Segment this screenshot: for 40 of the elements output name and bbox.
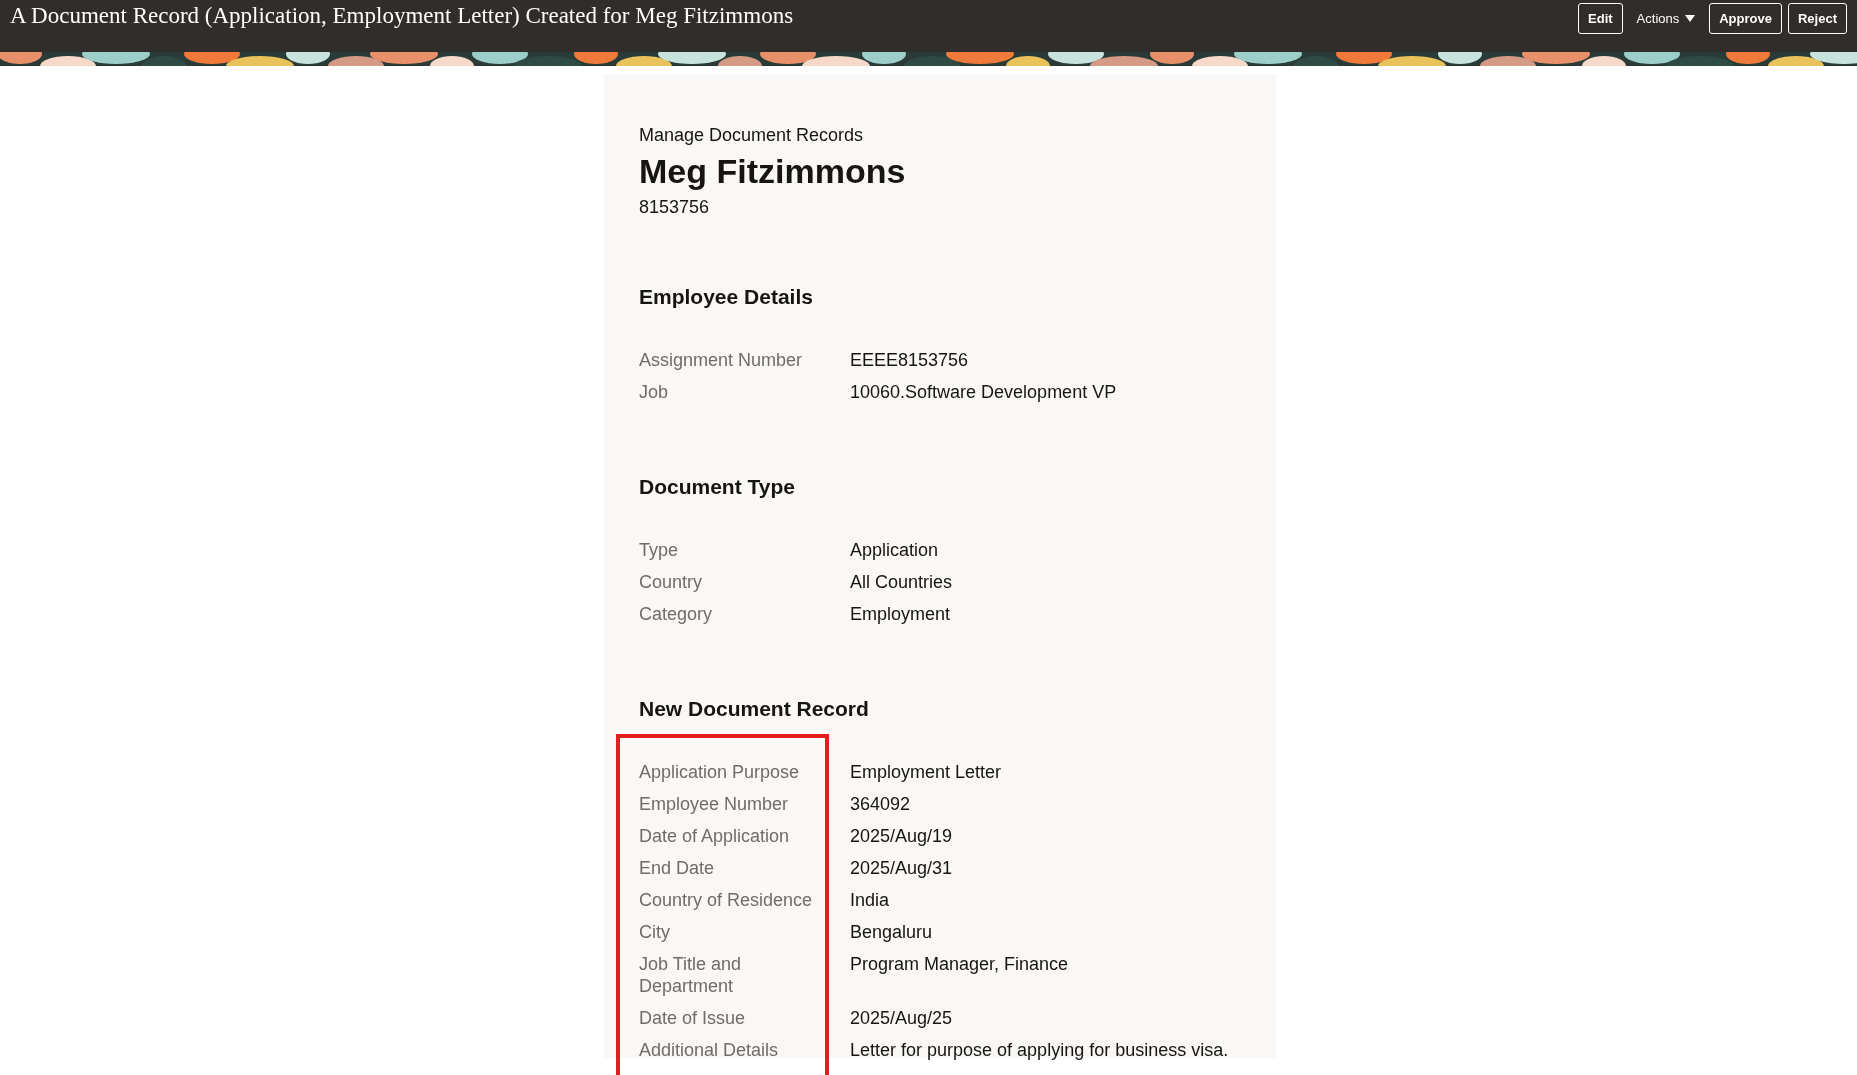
field-value: All Countries: [850, 571, 953, 593]
field-label: End Date: [639, 857, 716, 879]
field-label: City: [639, 921, 671, 943]
field-label: Job Title and Department: [639, 953, 743, 997]
field-value: 2025/Aug/31: [850, 857, 953, 879]
person-number: 8153756: [639, 196, 711, 218]
field-label: Date of Issue: [639, 1007, 747, 1029]
field-value: Letter for purpose of applying for business visa.: [850, 1039, 1229, 1061]
actions-menu[interactable]: Actions: [1628, 3, 1704, 34]
field-label: Country: [639, 571, 704, 593]
field-label: Country of Residence: [639, 889, 814, 911]
section-heading: Employee Details: [639, 284, 814, 310]
field-value: 2025/Aug/25: [850, 1007, 953, 1029]
field-value: Employment: [850, 603, 951, 625]
action-button[interactable]: Reject: [1787, 3, 1847, 34]
field-label: Date of Application: [639, 825, 791, 847]
section-heading: Document Type: [639, 474, 796, 500]
field-value: India: [850, 889, 890, 911]
field-value: Bengaluru: [850, 921, 933, 943]
action-button[interactable]: Approve: [1709, 3, 1782, 34]
field-value: 2025/Aug/19: [850, 825, 953, 847]
field-label: Type: [639, 539, 680, 561]
field-label: Application Purpose: [639, 761, 801, 783]
page-title: A Document Record (Application, Employment Letter) Created for Meg Fitzimmons: [10, 2, 794, 30]
field-label: Category: [639, 603, 714, 625]
field-value: Program Manager, Finance: [850, 953, 1069, 976]
field-label: Employee Number: [639, 793, 790, 815]
field-value: EEEE8153756: [850, 349, 969, 371]
field-value: 364092: [850, 793, 911, 815]
field-value: Employment Letter: [850, 761, 1002, 783]
field-value: Application: [850, 539, 939, 561]
person-name: Meg Fitzimmons: [639, 151, 907, 192]
field-value: 10060.Software Development VP: [850, 381, 1117, 403]
action-button[interactable]: Edit: [1578, 3, 1623, 34]
field-label: Assignment Number: [639, 349, 804, 371]
caret-icon: [1685, 15, 1696, 22]
field-label: Job: [639, 381, 670, 403]
breadcrumb: Manage Document Records: [639, 124, 865, 146]
section-heading: New Document Record: [639, 696, 870, 722]
field-label: Additional Details: [639, 1039, 780, 1061]
